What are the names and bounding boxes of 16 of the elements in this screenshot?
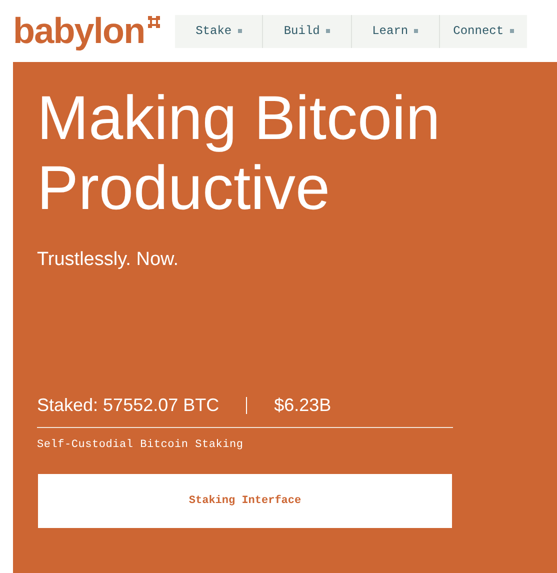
hero-caption: Self-Custodial Bitcoin Staking (37, 438, 244, 452)
staking-interface-button[interactable]: Staking Interface (38, 474, 452, 528)
hero-subtitle: Trustlessly. Now. (37, 248, 180, 272)
staked-amount: Staked: 57552.07 BTC (37, 394, 220, 416)
hero-title: Making Bitcoin Productive (37, 84, 442, 224)
square-icon (326, 29, 330, 33)
logo-wordmark[interactable]: babylon (13, 13, 145, 49)
nav-link[interactable]: Connect (453, 22, 504, 40)
nav-link[interactable]: Learn (372, 22, 408, 40)
nav-link[interactable]: Stake (196, 22, 232, 40)
square-icon (238, 29, 242, 33)
logo-icon (146, 15, 161, 29)
square-icon (510, 29, 514, 33)
square-icon (414, 29, 418, 33)
nav-link[interactable]: Build (284, 22, 320, 40)
staked-value: $6.23B (274, 394, 332, 416)
